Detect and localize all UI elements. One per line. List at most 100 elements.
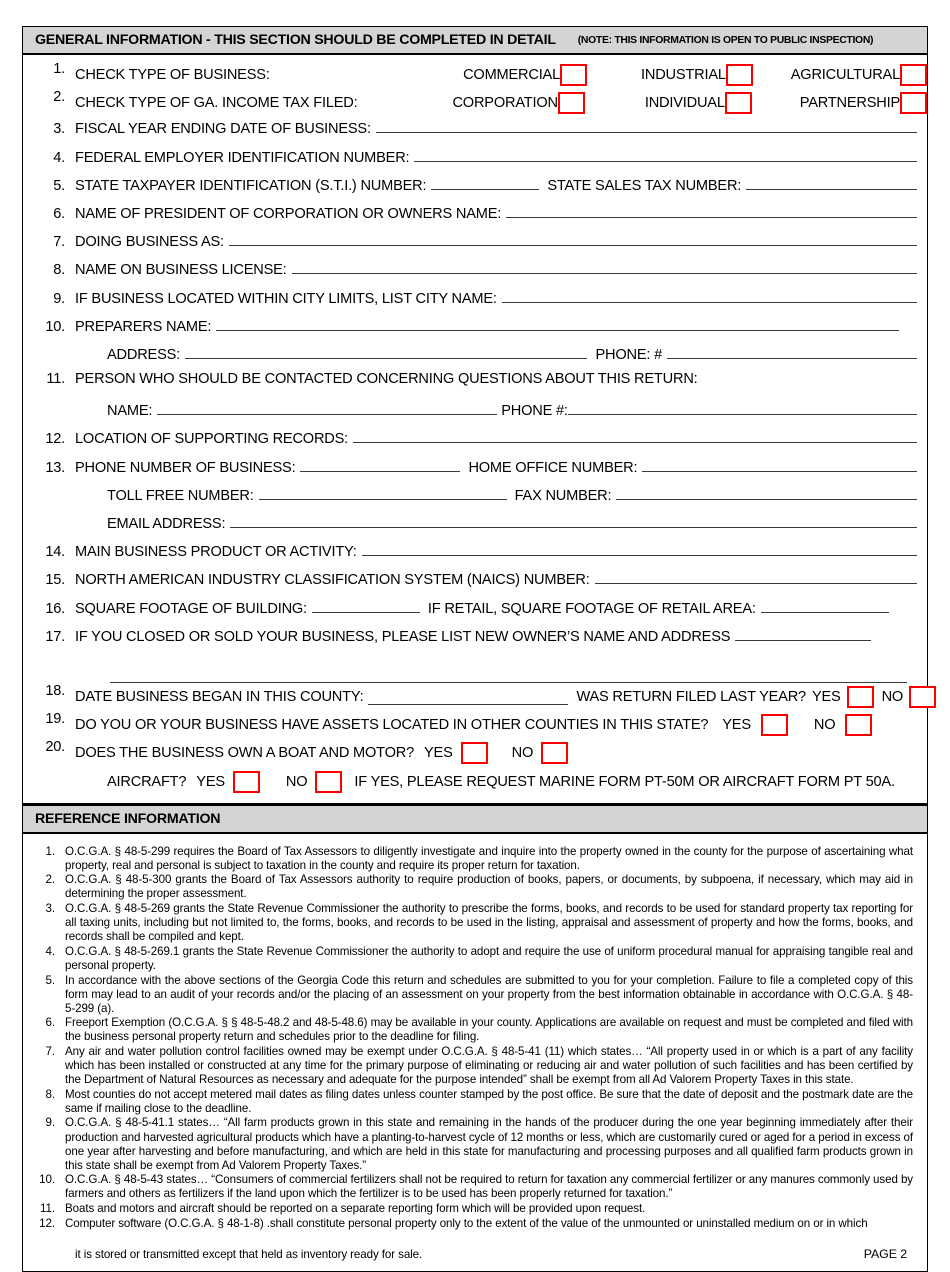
input-new-owner-name[interactable] <box>735 625 872 641</box>
item-number: 9. <box>53 290 65 307</box>
input-contact-phone[interactable] <box>567 399 917 416</box>
ref-text: O.C.G.A. § 48-5-41.1 states… “All farm p… <box>65 1116 913 1172</box>
general-information-title: GENERAL INFORMATION - THIS SECTION SHOUL… <box>35 32 556 48</box>
input-date-began[interactable] <box>368 689 569 706</box>
input-business-license-name[interactable] <box>291 258 917 275</box>
ref-number: 10. <box>39 1173 55 1187</box>
label-corporation: CORPORATION <box>452 95 558 112</box>
row-president-name: 6. NAME OF PRESIDENT OF CORPORATION OR O… <box>23 202 927 230</box>
checkbox-aircraft-no[interactable] <box>315 770 343 793</box>
input-fax[interactable] <box>616 484 917 500</box>
input-home-office[interactable] <box>642 456 917 472</box>
input-records-location[interactable] <box>353 427 917 444</box>
item-number: 17. <box>45 628 65 645</box>
label-fax: FAX NUMBER: <box>514 487 612 504</box>
input-contact-name[interactable] <box>157 399 498 416</box>
label-main-product: MAIN BUSINESS PRODUCT OR ACTIVITY: <box>75 544 357 561</box>
ref-text: O.C.G.A. § 48-5-299 requires the Board o… <box>65 844 913 872</box>
ref-number: 2. <box>45 873 56 887</box>
input-main-product[interactable] <box>361 540 917 557</box>
item-number: 14. <box>45 544 65 561</box>
checkbox-boat-no[interactable] <box>541 742 569 765</box>
row-date-began: 18. DATE BUSINESS BEGAN IN THIS COUNTY: … <box>23 682 937 711</box>
input-retail-footage[interactable] <box>760 597 889 613</box>
input-fein[interactable] <box>414 146 917 162</box>
label-business-type: CHECK TYPE OF BUSINESS: <box>75 67 270 84</box>
label-closed-sold: IF YOU CLOSED OR SOLD YOUR BUSINESS, PLE… <box>75 628 731 645</box>
checkbox-corporation[interactable] <box>557 92 585 115</box>
checkbox-agricultural[interactable] <box>900 64 927 87</box>
input-toll-free[interactable] <box>258 484 507 500</box>
label-aircraft: AIRCRAFT? <box>107 773 187 790</box>
row-sti: 5. STATE TAXPAYER IDENTIFICATION (S.T.I.… <box>23 174 927 202</box>
ref-text: Computer software (O.C.G.A. § 48-1-8) .s… <box>65 1216 868 1230</box>
input-preparer-address[interactable] <box>185 343 588 359</box>
item-number: 8. <box>53 262 65 279</box>
input-city-name[interactable] <box>501 287 917 303</box>
input-preparer-phone[interactable] <box>667 343 917 359</box>
item-number: 18. <box>45 682 65 699</box>
label-fein: FEDERAL EMPLOYER IDENTIFICATION NUMBER: <box>75 149 410 166</box>
label-no: NO <box>285 773 308 790</box>
item-number: 2. <box>53 89 65 106</box>
label-address: ADDRESS: <box>107 346 181 363</box>
row-income-tax-type: 2. CHECK TYPE OF GA. INCOME TAX FILED: C… <box>23 89 927 117</box>
list-item: 12. Computer software (O.C.G.A. § 48-1-8)… <box>35 1217 913 1231</box>
label-marine-note: IF YES, PLEASE REQUEST MARINE FORM PT-50… <box>354 773 895 790</box>
row-email: EMAIL ADDRESS: <box>23 512 927 540</box>
label-no: NO <box>813 717 836 734</box>
checkbox-assets-no[interactable] <box>845 714 873 737</box>
list-item: 10. O.C.G.A. § 48-5-43 states… “Consumers… <box>35 1173 913 1201</box>
row-assets-other-counties: 19. DO YOU OR YOUR BUSINESS HAVE ASSETS … <box>23 711 927 739</box>
input-fiscal-year[interactable] <box>375 117 917 134</box>
checkbox-individual[interactable] <box>724 92 752 115</box>
row-contact-person: 11. PERSON WHO SHOULD BE CONTACTED CONCE… <box>23 371 927 399</box>
reference-tail-text: it is stored or transmitted except that … <box>75 1247 423 1261</box>
input-naics[interactable] <box>594 568 917 585</box>
form-page: GENERAL INFORMATION - THIS SECTION SHOUL… <box>22 26 937 1272</box>
item-number: 13. <box>45 459 65 476</box>
checkbox-assets-yes[interactable] <box>760 714 788 737</box>
list-item: 1. O.C.G.A. § 48-5-299 requires the Board… <box>35 844 914 873</box>
ref-text: O.C.G.A. § 48-5-300 grants the Board of … <box>65 873 913 901</box>
list-item: 8. Most counties do not accept metered ma… <box>35 1087 914 1116</box>
reference-information-body: 1. O.C.G.A. § 48-5-299 requires the Board… <box>22 833 928 1272</box>
input-state-sales-tax[interactable] <box>746 174 917 190</box>
input-new-owner-address[interactable] <box>110 667 907 683</box>
input-president-name[interactable] <box>506 202 917 218</box>
row-closed-sold-cont <box>23 653 927 683</box>
item-number: 15. <box>45 572 65 589</box>
input-sti[interactable] <box>431 174 540 190</box>
row-preparer-address: ADDRESS: PHONE: # <box>23 343 927 371</box>
checkbox-partnership[interactable] <box>900 92 927 115</box>
reference-information-header: REFERENCE INFORMATION <box>22 804 928 834</box>
input-preparers-name[interactable] <box>216 315 899 331</box>
row-closed-sold: 17. IF YOU CLOSED OR SOLD YOUR BUSINESS,… <box>23 625 927 653</box>
checkbox-return-filed-no[interactable] <box>909 686 937 709</box>
row-dba: 7. DOING BUSINESS AS: <box>23 230 927 258</box>
label-commercial: COMMERCIAL <box>463 67 560 84</box>
input-square-footage[interactable] <box>311 597 420 613</box>
label-state-sales-tax: STATE SALES TAX NUMBER: <box>547 177 742 194</box>
label-dba: DOING BUSINESS AS: <box>75 234 224 251</box>
item-number: 10. <box>45 318 65 335</box>
checkbox-return-filed-yes[interactable] <box>846 686 874 709</box>
general-information-body: 1. CHECK TYPE OF BUSINESS: COMMERCIAL IN… <box>22 55 937 805</box>
row-fiscal-year: 3. FISCAL YEAR ENDING DATE OF BUSINESS: <box>23 117 927 145</box>
checkbox-commercial[interactable] <box>560 64 587 87</box>
checkbox-aircraft-yes[interactable] <box>232 770 260 793</box>
row-main-product: 14. MAIN BUSINESS PRODUCT OR ACTIVITY: <box>23 540 927 568</box>
checkbox-industrial[interactable] <box>725 64 753 87</box>
input-dba[interactable] <box>228 230 917 247</box>
ref-number: 9. <box>45 1116 56 1130</box>
input-business-phone[interactable] <box>300 456 461 472</box>
row-business-license-name: 8. NAME ON BUSINESS LICENSE: <box>23 258 927 286</box>
input-email[interactable] <box>230 512 917 528</box>
ref-text: Most counties do not accept metered mail… <box>65 1087 913 1115</box>
label-records-location: LOCATION OF SUPPORTING RECORDS: <box>75 431 349 448</box>
row-records-location: 12. LOCATION OF SUPPORTING RECORDS: <box>23 427 927 455</box>
checkbox-boat-yes[interactable] <box>460 742 488 765</box>
ref-text: Boats and motors and aircraft should be … <box>65 1202 646 1216</box>
label-toll-free: TOLL FREE NUMBER: <box>107 487 254 504</box>
ref-number: 12. <box>39 1216 55 1230</box>
